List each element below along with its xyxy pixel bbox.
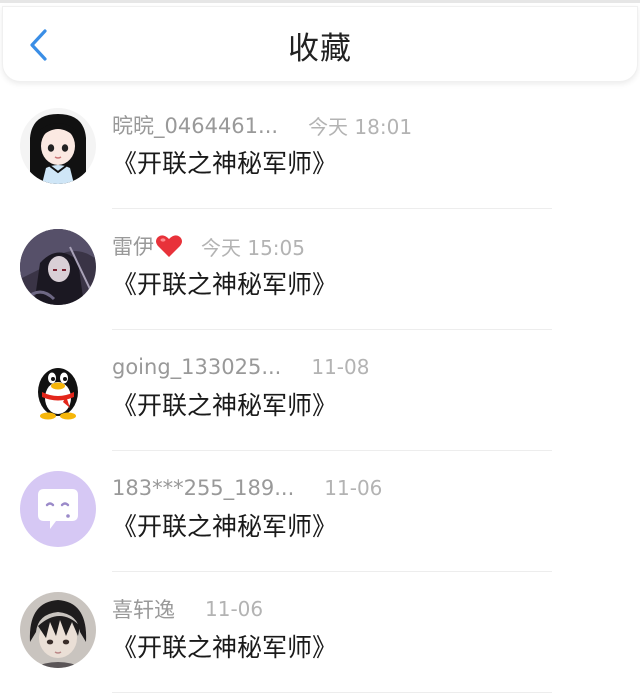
- user-name[interactable]: 晥晥_0464461...: [112, 110, 278, 140]
- chat-bubble-avatar: [20, 471, 96, 547]
- status-bar-edge: [0, 0, 640, 3]
- red-heart-icon: [156, 235, 182, 257]
- timestamp: 今天 15:05: [201, 235, 305, 260]
- favorites-list: 晥晥_0464461... 今天 18:01 《开联之神秘军师》 雷伊 今天 1…: [0, 88, 640, 693]
- user-name[interactable]: 183***255_189...: [112, 476, 294, 500]
- list-item[interactable]: 183***255_189... 11-06 《开联之神秘军师》: [0, 451, 640, 572]
- user-name[interactable]: 喜轩逸: [112, 594, 175, 624]
- avatar[interactable]: [20, 108, 96, 184]
- timestamp: 11-06: [205, 597, 264, 621]
- item-meta: 晥晥_0464461... 今天 18:01: [112, 110, 412, 140]
- avatar[interactable]: [20, 471, 96, 547]
- favorites-page: 收藏 晥晥_0464461... 今天 18:01 《开联之神秘军师》 雷伊 今…: [0, 0, 640, 700]
- favorite-content[interactable]: 《开联之神秘军师》: [112, 509, 337, 545]
- list-item[interactable]: 晥晥_0464461... 今天 18:01 《开联之神秘军师》: [0, 88, 640, 209]
- timestamp: 今天 18:01: [308, 114, 413, 139]
- item-meta: 183***255_189... 11-06: [112, 473, 382, 503]
- timestamp: 11-08: [311, 355, 370, 379]
- item-meta: 雷伊 今天 15:05: [112, 231, 305, 261]
- page-title: 收藏: [288, 31, 352, 67]
- divider: [112, 692, 552, 693]
- favorite-content[interactable]: 《开联之神秘军师》: [112, 388, 337, 424]
- item-meta: 喜轩逸 11-06: [112, 594, 263, 624]
- favorite-content[interactable]: 《开联之神秘军师》: [112, 146, 337, 182]
- avatar[interactable]: [20, 592, 96, 668]
- timestamp: 11-06: [324, 476, 383, 500]
- favorite-content[interactable]: 《开联之神秘军师》: [112, 267, 337, 303]
- anime-boy-avatar: [20, 592, 96, 668]
- dark-character-avatar: [20, 229, 96, 305]
- anime-girl-avatar: [20, 108, 96, 184]
- avatar[interactable]: [20, 350, 96, 426]
- avatar[interactable]: [20, 229, 96, 305]
- list-item[interactable]: 喜轩逸 11-06 《开联之神秘军师》: [0, 572, 640, 693]
- list-item[interactable]: 雷伊 今天 15:05 《开联之神秘军师》: [0, 209, 640, 330]
- user-name[interactable]: going_133025...: [112, 355, 281, 379]
- user-name[interactable]: 雷伊: [112, 231, 154, 261]
- favorite-content[interactable]: 《开联之神秘军师》: [112, 630, 337, 666]
- header-bar: 收藏: [2, 6, 638, 82]
- list-item[interactable]: going_133025... 11-08 《开联之神秘军师》: [0, 330, 640, 451]
- item-meta: going_133025... 11-08: [112, 352, 369, 382]
- qq-penguin-avatar: [20, 350, 96, 426]
